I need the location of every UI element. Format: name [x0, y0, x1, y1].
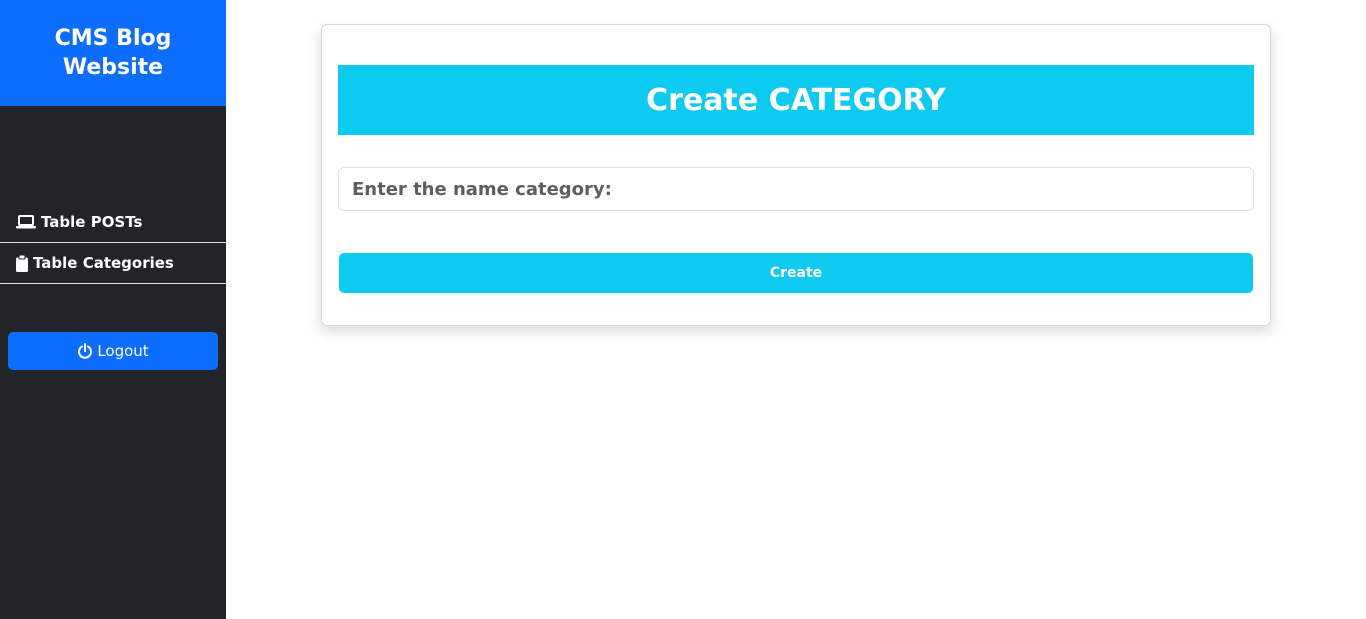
card-header: Create CATEGORY [338, 65, 1254, 135]
sidebar-item-label: Table POSTs [41, 213, 143, 231]
brand-title: CMS Blog Website [54, 26, 172, 80]
logout-button[interactable]: Logout [8, 332, 218, 370]
brand-header: CMS Blog Website [0, 0, 226, 106]
create-category-card: Create CATEGORY Create [321, 24, 1271, 326]
sidebar: CMS Blog Website Table POSTs Table Categ… [0, 0, 226, 619]
sidebar-nav: Table POSTs Table Categories [0, 202, 226, 284]
sidebar-item-table-posts[interactable]: Table POSTs [0, 202, 226, 243]
app: CMS Blog Website Table POSTs Table Categ… [0, 0, 1366, 619]
laptop-icon [16, 214, 36, 230]
clipboard-icon [16, 254, 28, 272]
category-name-input[interactable] [338, 167, 1254, 211]
create-button[interactable]: Create [339, 253, 1253, 293]
power-icon [77, 343, 93, 359]
sidebar-item-table-categories[interactable]: Table Categories [0, 243, 226, 284]
logout-label: Logout [97, 342, 149, 360]
sidebar-item-label: Table Categories [33, 254, 174, 272]
page-title: Create CATEGORY [646, 82, 946, 118]
